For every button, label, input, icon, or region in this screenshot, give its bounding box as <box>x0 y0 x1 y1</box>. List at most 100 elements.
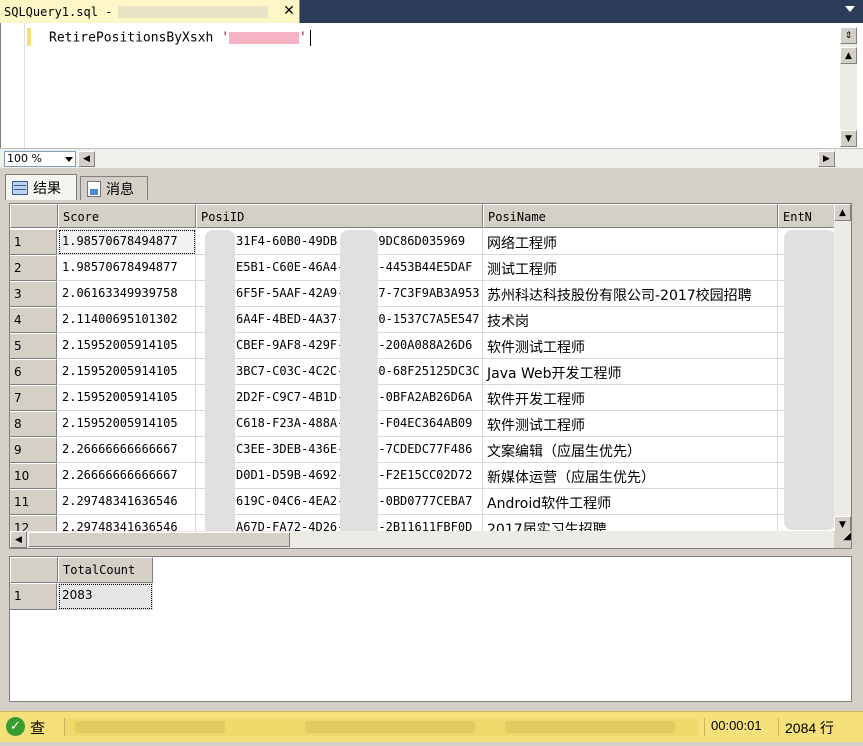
cell-score[interactable]: 2.26666666666667 <box>58 463 196 489</box>
cell-posiname[interactable]: Android软件工程师 <box>483 489 778 515</box>
cell-score[interactable]: 2.15952005914105 <box>58 411 196 437</box>
result-tabs: 结果 消息 <box>0 173 863 200</box>
cell-score[interactable]: 2.29748341636546 <box>58 489 196 515</box>
cell-posiname[interactable]: 文案编辑（应届生优先） <box>483 437 778 463</box>
cell-posiid-part: -7CDEDC77F486 <box>378 442 473 456</box>
row-header[interactable]: 10 <box>10 463 57 489</box>
cell-posiname[interactable]: 软件测试工程师 <box>483 333 778 359</box>
editor-line-1[interactable]: RetirePositionsByXsxh ' ' <box>49 30 311 46</box>
scroll-up-icon[interactable]: ▲ <box>834 204 851 221</box>
table-row[interactable]: 10 2.26666666666667 D0D1-D59B-4692- -F2E15C… <box>10 463 851 489</box>
cell-posiname[interactable]: 新媒体运营（应届生优先） <box>483 463 778 489</box>
window-list-dropdown-icon[interactable] <box>845 6 855 12</box>
cell-posiid-part: -0BD0777CEBA7 <box>378 494 473 508</box>
status-text: 查 <box>30 719 46 737</box>
table-row[interactable]: 11 2.29748341636546 619C-04C6-4EA2- -0BD077… <box>10 489 851 515</box>
scroll-thumb[interactable] <box>28 532 290 547</box>
row-header[interactable]: 3 <box>10 281 57 307</box>
column-header-totalcount[interactable]: TotalCount <box>58 557 153 583</box>
grid-vertical-scrollbar[interactable]: ▲ ▼ <box>834 204 851 533</box>
table-row[interactable]: 7 2.15952005914105 2D2F-C9C7-4B1D- -0BFA2AB… <box>10 385 851 411</box>
table-row[interactable]: 9 2.26666666666667 C3EE-3DEB-436E- -7CDEDC7… <box>10 437 851 463</box>
scroll-left-icon[interactable]: ◀ <box>78 151 95 167</box>
change-marker <box>27 28 31 46</box>
results-grid-2[interactable]: TotalCount 1 2083 <box>9 556 852 702</box>
tab-messages[interactable]: 消息 <box>80 176 148 200</box>
cell-posiname[interactable]: 技术岗 <box>483 307 778 333</box>
grid-icon <box>12 180 28 195</box>
grid-header: Score PosiID PosiName EntN <box>10 204 851 228</box>
cell-posiid-part: D0D1-D59B-4692- <box>236 468 345 482</box>
corner-header[interactable] <box>10 204 58 228</box>
cell-score[interactable]: 2.15952005914105 <box>58 385 196 411</box>
cell-score[interactable]: 2.15952005914105 <box>58 333 196 359</box>
row-header[interactable]: 6 <box>10 359 57 385</box>
row-header[interactable]: 4 <box>10 307 57 333</box>
cell-posiname[interactable]: 网络工程师 <box>483 229 778 255</box>
editor-zoom-row: 100 % ◀ ▶ <box>0 148 863 168</box>
table-row[interactable]: 8 2.15952005914105 C618-F23A-488A- -F04EC36… <box>10 411 851 437</box>
cell-score[interactable]: 2.06163349939758 <box>58 281 196 307</box>
zoom-select[interactable]: 100 % <box>4 151 76 167</box>
cell-posiname[interactable]: 软件开发工程师 <box>483 385 778 411</box>
scroll-left-icon[interactable]: ◀ <box>10 531 27 548</box>
editor-horizontal-scrollbar[interactable] <box>96 152 816 166</box>
row-header[interactable]: 7 <box>10 385 57 411</box>
corner-header[interactable] <box>10 557 58 583</box>
cell-score[interactable]: 2.26666666666667 <box>58 437 196 463</box>
cell-totalcount[interactable]: 2083 <box>58 583 153 610</box>
table-row[interactable]: 1 1.98570678494877 31F4-60B0-49DB -9DC86D03… <box>10 229 851 255</box>
row-header[interactable]: 5 <box>10 333 57 359</box>
row-header[interactable]: 9 <box>10 437 57 463</box>
column-header-posiname[interactable]: PosiName <box>483 204 778 228</box>
table-row[interactable]: 4 2.11400695101302 6A4F-4BED-4A37- 0-1537C7… <box>10 307 851 333</box>
column-header-entname[interactable]: EntN <box>778 204 838 228</box>
cell-score[interactable]: 2.15952005914105 <box>58 359 196 385</box>
chevron-down-icon <box>65 157 73 162</box>
table-row[interactable]: 2 1.98570678494877 E5B1-C60E-46A4- -4453B44… <box>10 255 851 281</box>
editor-vertical-scrollbar[interactable]: ⇕ ▲ ▼ <box>840 27 857 147</box>
row-header[interactable]: 11 <box>10 489 57 515</box>
split-icon[interactable]: ⇕ <box>840 27 857 44</box>
grid-horizontal-scrollbar[interactable]: ◀ <box>10 531 836 548</box>
close-icon[interactable]: ✕ <box>281 2 297 20</box>
cell-posiname[interactable]: 苏州科达科技股份有限公司-2017校园招聘 <box>483 281 778 307</box>
scroll-down-icon[interactable]: ▼ <box>840 130 857 147</box>
resize-grip-icon[interactable]: ◢ <box>834 531 851 548</box>
row-header[interactable]: 8 <box>10 411 57 437</box>
row-header[interactable]: 1 <box>10 229 57 255</box>
cell-score[interactable]: 1.98570678494877 <box>58 229 196 255</box>
cell-score[interactable]: 1.98570678494877 <box>58 255 196 281</box>
table-row[interactable]: 5 2.15952005914105 CBEF-9AF8-429F- -200A088… <box>10 333 851 359</box>
cell-posiid-part: 0-68F25125DC3C <box>378 364 480 378</box>
cell-posiid-part: CBEF-9AF8-429F- <box>236 338 345 352</box>
status-row-count: 2084 行 <box>778 718 858 736</box>
cell-posiname[interactable]: Java Web开发工程师 <box>483 359 778 385</box>
table-row[interactable]: 3 2.06163349939758 6F5F-5AAF-42A9- 7-7C3F9A… <box>10 281 851 307</box>
cell-posiid-part: C3EE-3DEB-436E- <box>236 442 345 456</box>
scroll-up-icon[interactable]: ▲ <box>840 47 857 64</box>
column-header-score[interactable]: Score <box>58 204 196 228</box>
cell-score[interactable]: 2.11400695101302 <box>58 307 196 333</box>
results-grid-1[interactable]: Score PosiID PosiName EntN 1 1.9857067849… <box>9 203 852 549</box>
row-header[interactable]: 1 <box>10 583 57 610</box>
tab-results[interactable]: 结果 <box>5 174 77 200</box>
table-row[interactable]: 6 2.15952005914105 3BC7-C03C-4C2C- 0-68F251… <box>10 359 851 385</box>
scroll-right-icon[interactable]: ▶ <box>818 151 835 167</box>
status-connection-info <box>64 718 698 736</box>
table-row[interactable]: 1 2083 <box>10 583 153 610</box>
row-header[interactable]: 2 <box>10 255 57 281</box>
query-editor[interactable]: RetirePositionsByXsxh ' ' ⇕ ▲ ▼ <box>0 23 863 148</box>
column-header-posiid[interactable]: PosiID <box>196 204 483 228</box>
cell-posiid-part: -200A088A26D6 <box>378 338 473 352</box>
document-tab-strip: SQLQuery1.sql - ✕ <box>0 0 863 23</box>
document-tab[interactable]: SQLQuery1.sql - ✕ <box>0 0 300 23</box>
status-bar: ✓ 查 00:00:01 2084 行 <box>0 711 863 742</box>
cell-posiname[interactable]: 测试工程师 <box>483 255 778 281</box>
cell-posiname[interactable]: 软件测试工程师 <box>483 411 778 437</box>
cell-posiid-part: E5B1-C60E-46A4- <box>236 260 345 274</box>
tab-messages-label: 消息 <box>106 181 134 198</box>
redaction-blur <box>305 721 475 733</box>
editor-string-close: ' <box>299 30 307 46</box>
cell-posiid-part: -0BFA2AB26D6A <box>378 390 473 404</box>
